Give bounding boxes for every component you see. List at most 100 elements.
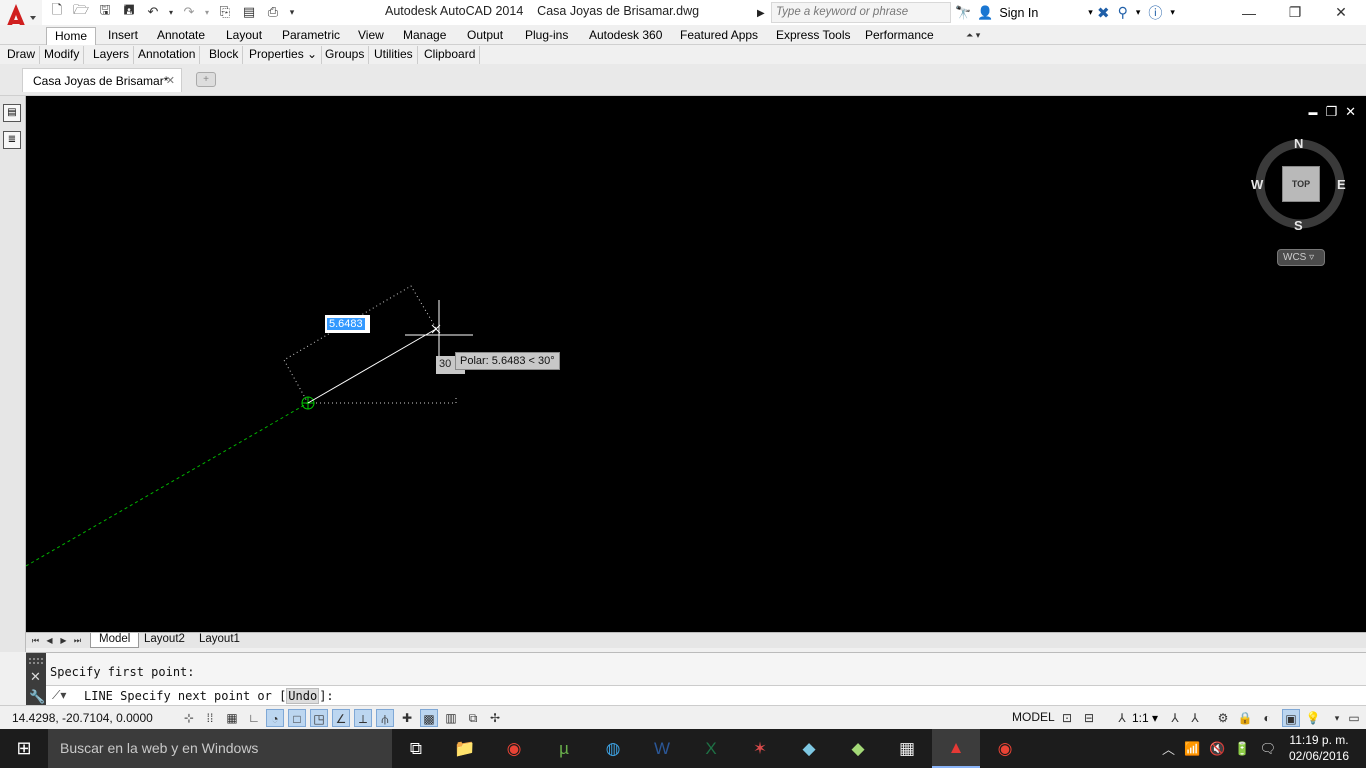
tab-insert[interactable]: Insert — [100, 27, 146, 45]
search-expand-icon[interactable]: ▶ — [757, 3, 769, 23]
panel-utilities[interactable]: Utilities — [370, 46, 418, 64]
annotation-scale-value[interactable]: 1:1 ▾ — [1132, 711, 1158, 725]
file-tab-close-icon[interactable]: ✕ — [166, 74, 175, 87]
panel-modify[interactable]: Modify — [40, 46, 85, 64]
start-button[interactable]: ⊞ — [0, 729, 48, 768]
object-snap-icon[interactable]: □ — [288, 709, 306, 727]
infer-constraints-icon[interactable]: ⊹ — [180, 709, 198, 727]
layers-palette-icon[interactable]: ≣ — [3, 131, 21, 149]
search-input[interactable]: Type a keyword or phrase — [771, 2, 951, 23]
plot-icon[interactable]: ⎙ — [262, 2, 284, 22]
open-file-icon[interactable]: 🗁 — [70, 2, 92, 22]
selection-cycling-icon[interactable]: ⧉ — [464, 709, 482, 727]
utorrent-icon[interactable]: µ — [540, 729, 588, 768]
tray-expand-icon[interactable]: ︿ — [1162, 739, 1175, 758]
obs-icon[interactable]: ◍ — [589, 729, 637, 768]
hardware-acceleration-icon[interactable]: ◐ — [1258, 709, 1276, 727]
taskbar-clock[interactable]: 11:19 p. m. 02/06/2016 — [1288, 732, 1350, 764]
command-line-handle[interactable]: ✕ 🔧 — [26, 653, 46, 706]
status-menu-icon[interactable]: ▾ — [1328, 709, 1346, 727]
first-layout-icon[interactable]: ⏮ — [29, 634, 42, 647]
auto-scale-icon[interactable]: ⅄ — [1186, 709, 1204, 727]
panel-clipboard[interactable]: Clipboard — [420, 46, 481, 64]
tab-annotate[interactable]: Annotate — [149, 27, 213, 45]
notifications-icon[interactable]: 🗨 — [1260, 741, 1277, 757]
quick-view-layouts-icon[interactable]: ⊡ — [1058, 709, 1076, 727]
file-tab[interactable]: Casa Joyas de Brisamar* ✕ — [22, 68, 182, 92]
coordinates-readout[interactable]: 14.4298, -20.7104, 0.0000 — [12, 711, 153, 725]
polar-tracking-icon[interactable]: ◔ — [266, 709, 284, 727]
prev-layout-icon[interactable]: ◀ — [43, 634, 56, 647]
file-explorer-icon[interactable]: 📁 — [441, 729, 489, 768]
compass-east[interactable]: E — [1337, 177, 1346, 192]
exchange-apps-icon[interactable]: ✖ — [1097, 4, 1110, 22]
viewport-minimize-icon[interactable]: ▬ — [1308, 104, 1317, 120]
viewcube-top-face[interactable]: TOP — [1282, 166, 1320, 202]
chrome-profile-icon[interactable]: ◉ — [981, 729, 1029, 768]
tab-view[interactable]: View — [350, 27, 392, 45]
drawing-viewport[interactable]: ▬ ❐ ✕ N S E W TOP WCS ▿ 5.6483 30 Polar:… — [26, 96, 1366, 632]
compass-west[interactable]: W — [1251, 177, 1263, 192]
plot-preview-icon[interactable]: ▤ — [238, 2, 260, 22]
new-file-icon[interactable]: 🗋 — [46, 2, 68, 22]
viewport-close-icon[interactable]: ✕ — [1345, 104, 1356, 120]
volume-muted-icon[interactable]: 🔇 — [1209, 741, 1225, 757]
new-tab-button[interactable]: + — [196, 72, 216, 87]
stay-connected-dropdown-icon[interactable]: ▾ — [1136, 7, 1141, 18]
help-icon[interactable]: ⓘ — [1148, 3, 1162, 23]
notes-app-icon[interactable]: ◆ — [834, 729, 882, 768]
battery-icon[interactable]: 🔋 — [1234, 741, 1250, 757]
3d-object-snap-icon[interactable]: ◳ — [310, 709, 328, 727]
command-input[interactable]: ⟋▾ LINE Specify next point or [Undo]: — [46, 685, 1366, 706]
annotation-visibility-icon[interactable]: ⅄ — [1166, 709, 1184, 727]
tab-manage[interactable]: Manage — [395, 27, 454, 45]
quick-view-drawings-icon[interactable]: ⊟ — [1080, 709, 1098, 727]
save-as-icon[interactable]: 🖪 — [118, 2, 140, 22]
wifi-icon[interactable]: 📶 — [1184, 741, 1200, 757]
lineweight-icon[interactable]: ✚ — [398, 709, 416, 727]
tab-performance[interactable]: Performance — [857, 27, 942, 45]
excel-icon[interactable]: X — [687, 729, 735, 768]
stay-connected-icon[interactable]: ⚲ — [1118, 4, 1128, 21]
panel-annotation[interactable]: Annotation — [134, 46, 201, 64]
dynamic-input-icon[interactable]: ⫛ — [376, 709, 394, 727]
tab-layout[interactable]: Layout — [218, 27, 270, 45]
restore-button[interactable]: ❐ — [1272, 0, 1318, 25]
isolate-objects-icon[interactable]: ▣ — [1282, 709, 1300, 727]
binoculars-icon[interactable]: 🔭 — [955, 5, 971, 21]
tab-autodesk-360[interactable]: Autodesk 360 — [581, 27, 670, 45]
grid-display-icon[interactable]: ▦ — [223, 709, 241, 727]
tab-home[interactable]: Home — [46, 27, 97, 45]
command-close-icon[interactable]: ✕ — [30, 669, 41, 685]
publish-icon[interactable]: ⎘ — [214, 2, 236, 22]
tab-model[interactable]: Model — [90, 633, 140, 648]
transparency-icon[interactable]: ▩ — [420, 709, 438, 727]
command-recent-icon[interactable]: ⟋▾ — [52, 688, 66, 703]
tab-parametric[interactable]: Parametric — [274, 27, 348, 45]
tab-layout1[interactable]: Layout1 — [191, 633, 248, 648]
annotation-monitor-icon[interactable]: ✢ — [486, 709, 504, 727]
undo-option[interactable]: Undo — [286, 688, 320, 704]
compass-north[interactable]: N — [1294, 136, 1303, 151]
quick-properties-icon[interactable]: ▥ — [442, 709, 460, 727]
compass-south[interactable]: S — [1294, 218, 1303, 233]
panel-block[interactable]: Block — [205, 46, 244, 64]
sign-in-button[interactable]: Sign In — [999, 6, 1038, 20]
tab-layout2[interactable]: Layout2 — [136, 633, 193, 648]
object-snap-tracking-icon[interactable]: ∠ — [332, 709, 350, 727]
help-dropdown-icon[interactable]: ▾ — [1170, 7, 1175, 18]
autocad-taskbar-icon[interactable]: ▲ — [932, 729, 980, 768]
qat-customize-icon[interactable]: ▾ — [286, 2, 298, 22]
sign-in-dropdown-icon[interactable]: ▾ — [1088, 7, 1093, 18]
dynamic-ucs-icon[interactable]: ⟂ — [354, 709, 372, 727]
minimize-button[interactable]: — — [1226, 0, 1272, 25]
tab-express-tools[interactable]: Express Tools — [768, 27, 858, 45]
calculator-icon[interactable]: ▦ — [883, 729, 931, 768]
document-app-icon[interactable]: ◆ — [785, 729, 833, 768]
last-layout-icon[interactable]: ⏭ — [71, 634, 84, 647]
tab-featured-apps[interactable]: Featured Apps — [672, 27, 766, 45]
panel-properties[interactable]: Properties ⌄ — [245, 46, 323, 64]
clean-screen-icon[interactable]: 💡 — [1304, 709, 1322, 727]
undo-icon[interactable]: ↶ — [142, 2, 164, 22]
taskbar-search-box[interactable]: Buscar en la web y en Windows — [48, 729, 392, 768]
